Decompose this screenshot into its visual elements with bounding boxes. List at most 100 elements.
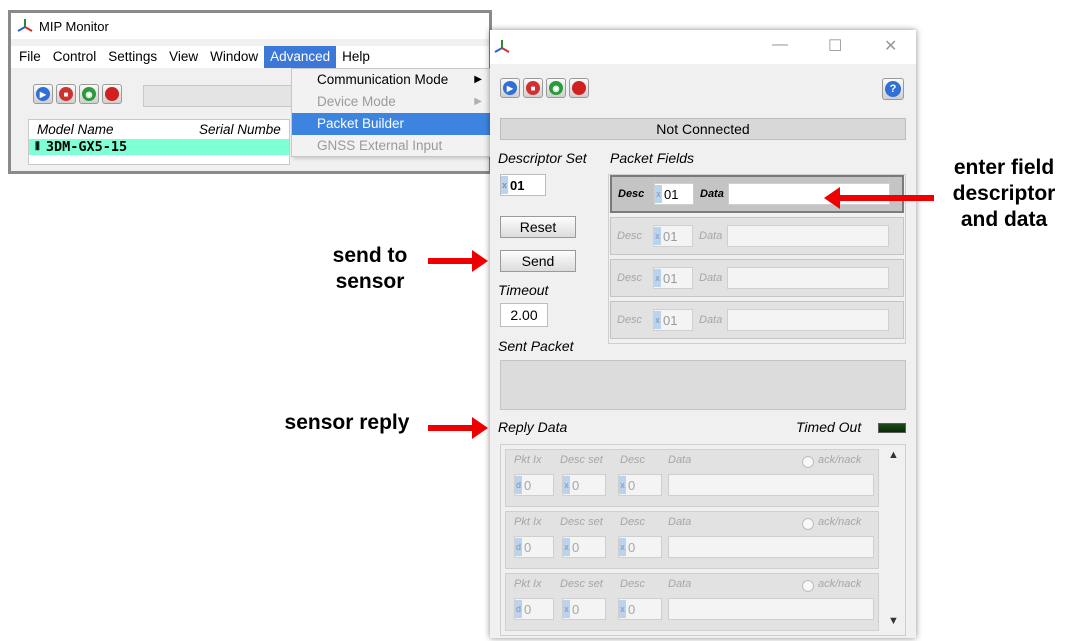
- help-button[interactable]: ?: [882, 78, 904, 100]
- reply-pkt-ix: d0: [514, 474, 554, 496]
- menu-control[interactable]: Control: [47, 46, 103, 68]
- reply-desc-value: 0: [628, 539, 636, 555]
- field-desc-value: 01: [663, 228, 678, 244]
- col-model-name: Model Name: [37, 122, 114, 137]
- main-window-title: MIP Monitor: [39, 18, 109, 34]
- field-desc-input[interactable]: x 01: [654, 183, 694, 205]
- field-desc-input[interactable]: x 01: [653, 225, 693, 247]
- reply-pkt-ix-value: 0: [524, 477, 532, 493]
- stop-button[interactable]: ■: [56, 84, 76, 104]
- hex-prefix-icon: x: [619, 538, 626, 556]
- desc-set-label: Desc set: [560, 578, 603, 590]
- packet-field-row: Desc x 01 Data: [610, 301, 904, 339]
- main-toolbar: ▶ ■ ◉: [33, 84, 122, 104]
- field-desc-input[interactable]: x 01: [653, 267, 693, 289]
- reset-button[interactable]: Reset: [500, 216, 576, 238]
- annotation-arrow-right-icon: [428, 417, 488, 439]
- main-toolbar-field: [143, 85, 293, 107]
- record-icon: [572, 81, 586, 95]
- desc-set-label: Desc set: [560, 516, 603, 528]
- menu-view[interactable]: View: [163, 46, 204, 68]
- field-data-input[interactable]: [728, 183, 890, 205]
- menu-settings[interactable]: Settings: [102, 46, 163, 68]
- reply-desc: x0: [618, 474, 662, 496]
- menu-file[interactable]: File: [13, 46, 47, 68]
- packet-field-row: Desc x 01 Data: [610, 175, 904, 213]
- desc-label: Desc: [620, 578, 646, 590]
- scroll-down-icon[interactable]: ▼: [888, 615, 899, 627]
- timeout-input[interactable]: 2.00: [500, 303, 548, 327]
- field-data-input[interactable]: [727, 309, 889, 331]
- menu-advanced[interactable]: Advanced: [264, 46, 337, 68]
- reply-data-panel: Pkt Ix Desc set Desc Data ack/nack d0 x0…: [500, 444, 906, 636]
- submenu-arrow-icon: ▶: [474, 74, 482, 85]
- close-button[interactable]: ✕: [884, 36, 897, 56]
- device-list-header: Model Name Serial Numbe: [29, 120, 289, 139]
- pkt-ix-label: Pkt Ix: [514, 578, 542, 590]
- pb-record-button[interactable]: [569, 78, 589, 98]
- field-desc-input[interactable]: x 01: [653, 309, 693, 331]
- ack-nack-label: ack/nack: [818, 578, 862, 590]
- connect-button[interactable]: ▶: [33, 84, 53, 104]
- menu-window[interactable]: Window: [204, 46, 264, 68]
- menu-help[interactable]: Help: [336, 46, 376, 68]
- hex-prefix-icon: x: [619, 600, 626, 618]
- pb-stop-button[interactable]: ■: [523, 78, 543, 98]
- hex-prefix-icon: x: [654, 227, 661, 245]
- data-label: Data: [700, 188, 724, 200]
- reply-scrollbar[interactable]: ▲ ▼: [883, 445, 905, 635]
- hex-prefix-icon: x: [655, 185, 662, 203]
- data-label: Data: [668, 454, 692, 466]
- reply-data-label: Reply Data: [498, 419, 568, 435]
- hex-prefix-icon: x: [563, 600, 570, 618]
- field-desc-value: 01: [663, 312, 678, 328]
- timed-out-label: Timed Out: [796, 419, 862, 435]
- menu-item-label: Device Mode: [317, 94, 396, 109]
- send-button[interactable]: Send: [500, 250, 576, 272]
- packet-field-row: Desc x 01 Data: [610, 259, 904, 297]
- hex-prefix-icon: x: [654, 311, 661, 329]
- reply-data: [668, 474, 874, 496]
- menu-item-communication-mode[interactable]: Communication Mode ▶: [292, 69, 490, 91]
- pb-play-button[interactable]: ▶: [500, 78, 520, 98]
- descriptor-set-input[interactable]: x 01: [500, 174, 546, 196]
- reply-desc-set-value: 0: [572, 477, 580, 493]
- data-label: Data: [668, 516, 692, 528]
- reply-data: [668, 536, 874, 558]
- annotation-arrow-left-icon: [824, 187, 934, 209]
- reply-pkt-ix-value: 0: [524, 601, 532, 617]
- play-icon: ▶: [503, 81, 517, 95]
- packet-field-row: Desc x 01 Data: [610, 217, 904, 255]
- data-label: Data: [699, 230, 723, 242]
- menu-item-label: Communication Mode: [317, 72, 449, 87]
- field-data-input[interactable]: [727, 225, 889, 247]
- hex-prefix-icon: d: [515, 476, 522, 494]
- reply-row: Pkt Ix Desc set Desc Data ack/nack d0 x0…: [505, 511, 879, 569]
- menu-item-packet-builder[interactable]: Packet Builder: [292, 113, 490, 135]
- menu-item-gnss-external-input[interactable]: GNSS External Input: [292, 135, 490, 157]
- reply-pkt-ix: d0: [514, 536, 554, 558]
- hex-prefix-icon: d: [515, 538, 522, 556]
- hex-prefix-icon: d: [515, 600, 522, 618]
- scroll-up-icon[interactable]: ▲: [888, 449, 899, 461]
- descriptor-set-value: 01: [510, 177, 525, 193]
- device-icon: ⦀: [35, 140, 40, 153]
- field-data-input[interactable]: [727, 267, 889, 289]
- desc-label: Desc: [620, 516, 646, 528]
- menu-item-device-mode[interactable]: Device Mode ▶: [292, 91, 490, 113]
- device-row[interactable]: ⦀ 3DM-GX5-15: [29, 139, 289, 155]
- pb-resume-button[interactable]: ◉: [546, 78, 566, 98]
- record-button[interactable]: [102, 84, 122, 104]
- col-serial-number: Serial Numbe: [199, 122, 281, 137]
- app-axes-icon: [494, 40, 510, 53]
- hex-prefix-icon: x: [563, 538, 570, 556]
- minimize-button[interactable]: —: [772, 36, 788, 54]
- play-icon: ▶: [36, 87, 50, 101]
- maximize-button[interactable]: ☐: [828, 36, 842, 56]
- desc-label: Desc: [617, 314, 643, 326]
- desc-label: Desc: [620, 454, 646, 466]
- annotation-send-to-sensor: send to sensor: [332, 244, 408, 293]
- resume-button[interactable]: ◉: [79, 84, 99, 104]
- stop-icon: ■: [59, 87, 73, 101]
- desc-set-label: Desc set: [560, 454, 603, 466]
